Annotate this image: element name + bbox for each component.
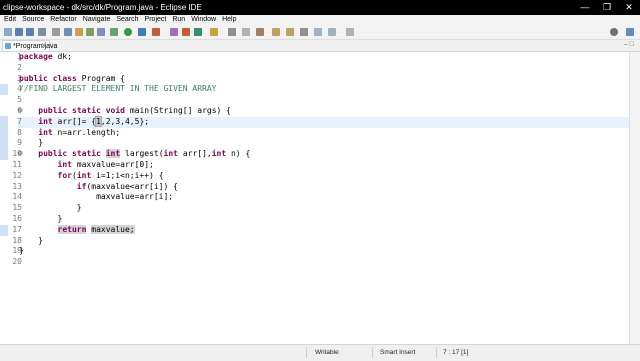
- menu-edit[interactable]: Edit: [0, 15, 19, 25]
- debug-icon[interactable]: [110, 28, 118, 36]
- toolbar: [0, 25, 640, 40]
- pin-editor-icon[interactable]: [346, 28, 354, 36]
- code-editor[interactable]: 1 2 3 4 5 6 ⊖ 7 8 9 10 ⊖ 11 12 13 14 15 16 17 18 19 20 packag…: [0, 52, 630, 344]
- menu-refactor[interactable]: Refactor: [47, 15, 79, 25]
- code-line: }: [19, 138, 44, 148]
- code-line: int n=arr.length;: [38, 127, 121, 137]
- new-class-icon[interactable]: [194, 28, 202, 36]
- next-annotation-icon[interactable]: [272, 28, 280, 36]
- line-number: 20: [12, 257, 22, 267]
- toggle-mark-icon[interactable]: [75, 28, 83, 36]
- pin-icon[interactable]: [242, 28, 250, 36]
- show-whitespace-icon[interactable]: [97, 28, 105, 36]
- save-all-icon[interactable]: [26, 28, 34, 36]
- editor-tab-bar: *Program.java ✕ – □: [0, 40, 640, 52]
- status-insert-mode: Smart Insert: [380, 349, 416, 356]
- code-line: }: [19, 214, 63, 223]
- line-number-gutter: 1 2 3 4 5 6 ⊖ 7 8 9 10 ⊖ 11 12 13 14 15 16 17 18 19 20: [8, 52, 23, 344]
- change-marker: [0, 149, 8, 160]
- status-cursor-position: 7 : 17 [1]: [443, 349, 469, 356]
- tab-close-icon[interactable]: ✕: [41, 41, 47, 52]
- menu-bar: Edit Source Refactor Navigate Search Project R…: [0, 15, 640, 25]
- open-folder-icon[interactable]: [210, 28, 218, 36]
- print-icon[interactable]: [38, 28, 46, 36]
- menu-search[interactable]: Search: [113, 15, 141, 25]
- back-icon[interactable]: [314, 28, 322, 36]
- code-line: for(int i=1;i<n;i++) {: [57, 170, 164, 180]
- tab-controls[interactable]: – □: [624, 41, 634, 48]
- maximize-icon[interactable]: ❐: [596, 0, 618, 15]
- menu-help[interactable]: Help: [219, 15, 239, 25]
- change-marker: [0, 116, 8, 149]
- title-bar: clipse-workspace - dk/src/dk/Program.jav…: [0, 0, 640, 15]
- code-line: //FIND LARGEST ELEMENT IN THE GIVEN ARRA…: [19, 84, 217, 94]
- new-file-icon[interactable]: [4, 28, 12, 36]
- forward-icon[interactable]: [328, 28, 336, 36]
- code-line: if(maxvalue<arr[i]) {: [76, 181, 178, 191]
- minimize-icon[interactable]: —: [574, 0, 596, 15]
- menu-project[interactable]: Project: [142, 15, 170, 25]
- coverage-icon[interactable]: [138, 28, 146, 36]
- tab-program-java[interactable]: *Program.java ✕: [2, 40, 57, 52]
- menu-source[interactable]: Source: [19, 15, 47, 25]
- code-line: }: [19, 235, 44, 245]
- perspective-icon[interactable]: [626, 28, 634, 36]
- code-line: }: [19, 203, 82, 213]
- menu-run[interactable]: Run: [169, 15, 188, 25]
- code-line: public static int largest(int arr[],int …: [38, 149, 251, 159]
- annotation-icon[interactable]: [256, 28, 264, 36]
- skip-breakpoints-icon[interactable]: [52, 28, 60, 36]
- java-file-icon: [5, 43, 11, 49]
- close-icon[interactable]: ✕: [618, 0, 640, 15]
- code-line: }: [19, 246, 24, 256]
- overview-ruler: [0, 52, 8, 344]
- open-type-icon[interactable]: [64, 28, 72, 36]
- vertical-scrollbar[interactable]: [629, 52, 640, 344]
- external-tools-icon[interactable]: [152, 28, 160, 36]
- block-selection-icon[interactable]: [86, 28, 94, 36]
- line-number: 2: [17, 62, 22, 72]
- code-line: maxvalue=arr[i];: [19, 192, 174, 202]
- search-icon[interactable]: [610, 28, 618, 36]
- code-line: int maxvalue=arr[0];: [57, 160, 154, 169]
- change-marker: [0, 84, 8, 95]
- window-title: clipse-workspace - dk/src/dk/Program.jav…: [3, 3, 202, 12]
- code-line: public static void main(String[] args) {: [38, 106, 231, 115]
- tab-label: *Program.java: [13, 43, 58, 50]
- new-package-icon[interactable]: [182, 28, 190, 36]
- last-edit-icon[interactable]: [300, 28, 308, 36]
- line-number: 5: [17, 95, 22, 105]
- new-java-project-icon[interactable]: [170, 28, 178, 36]
- save-icon[interactable]: [15, 28, 23, 36]
- menu-navigate[interactable]: Navigate: [80, 15, 114, 25]
- code-line: public class Program {: [19, 73, 125, 83]
- search-tool-icon[interactable]: [228, 28, 236, 36]
- code-line: package dk;: [19, 52, 72, 61]
- run-icon[interactable]: [124, 28, 132, 36]
- code-line: return maxvalue;: [57, 224, 135, 234]
- prev-annotation-icon[interactable]: [286, 28, 294, 36]
- change-marker: [0, 225, 8, 236]
- code-line: int arr[]= {1,2,3,4,5};: [38, 115, 150, 127]
- status-bar: Writable Smart Insert 7 : 17 [1]: [0, 344, 640, 361]
- status-writable: Writable: [315, 349, 339, 356]
- menu-window[interactable]: Window: [188, 15, 219, 25]
